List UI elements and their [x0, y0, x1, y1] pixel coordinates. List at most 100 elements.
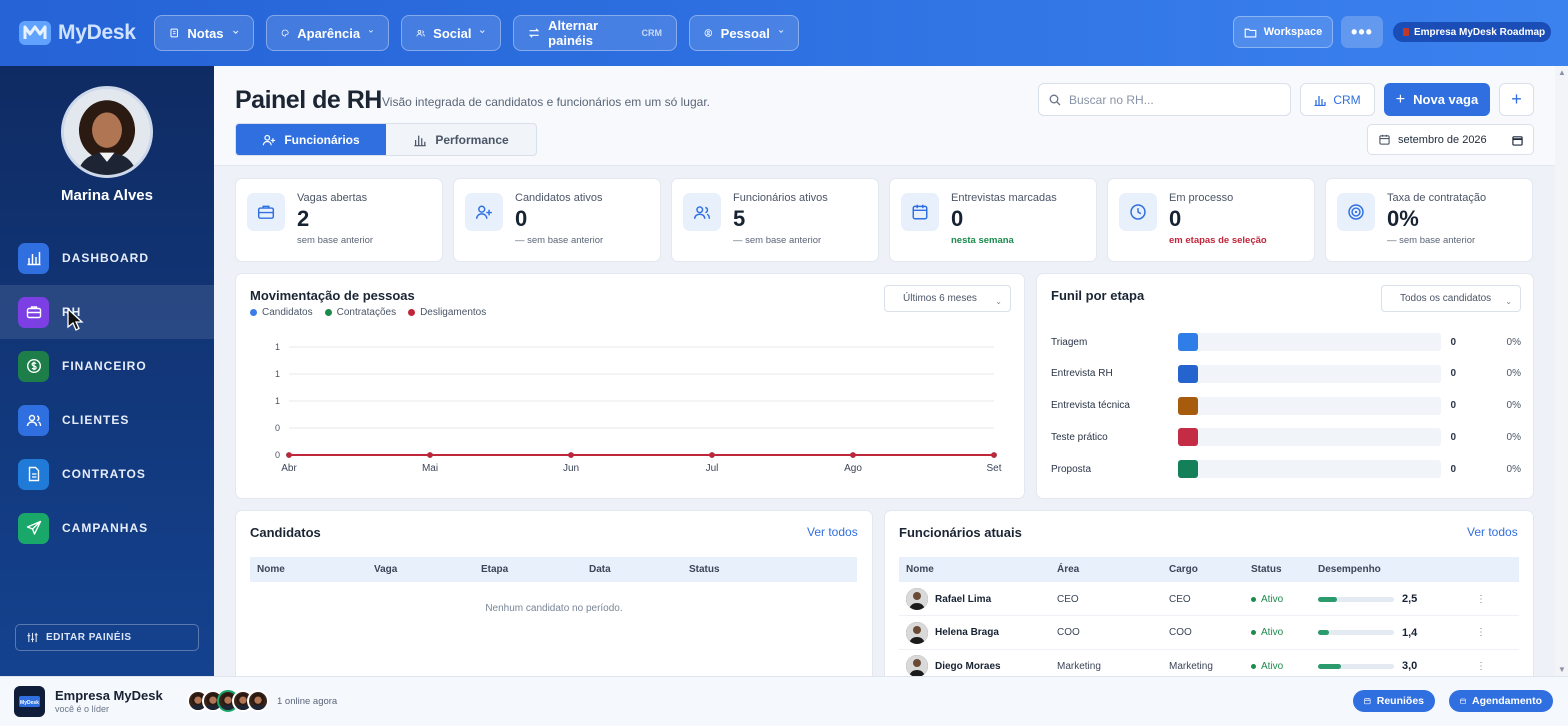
edit-panels-button[interactable]: EDITAR PAINÉIS	[15, 624, 199, 651]
column-header[interactable]: Nome	[899, 564, 1050, 575]
calendar-picker-icon[interactable]	[1512, 135, 1523, 146]
y-tick-label: 0	[275, 450, 280, 460]
kpi-card[interactable]: Candidatos ativos 0 — sem base anterior	[453, 178, 661, 262]
crm-button[interactable]: CRM	[1300, 83, 1375, 116]
funnel-row[interactable]: Teste prático 0 0%	[1051, 428, 1521, 447]
chevron-down-icon	[368, 28, 374, 38]
sidebar-item-label: DASHBOARD	[62, 251, 149, 265]
online-avatar[interactable]	[247, 690, 269, 712]
employee-name: Diego Moraes	[935, 660, 1001, 672]
new-job-button[interactable]: + Nova vaga	[1384, 83, 1490, 116]
employee-name: Helena Braga	[935, 627, 999, 638]
funnel-filter-value: Todos os candidatos	[1400, 293, 1492, 304]
company-badge[interactable]: Empresa MyDesk Roadmap	[1393, 22, 1551, 42]
data-point[interactable]	[991, 452, 997, 458]
stage-count: 0	[1450, 336, 1457, 348]
row-menu-button[interactable]: ⋮	[1471, 661, 1491, 672]
avatar[interactable]	[906, 588, 928, 610]
column-header[interactable]: Data	[582, 564, 682, 575]
funnel-row[interactable]: Triagem 0 0%	[1051, 333, 1521, 351]
month-value: setembro de 2026	[1398, 133, 1487, 146]
meetings-label: Reuniões	[1376, 695, 1424, 707]
notes-icon	[169, 26, 179, 40]
column-header[interactable]: Desempenho	[1311, 564, 1471, 575]
sidebar-item-dashboard[interactable]: DASHBOARD	[0, 231, 214, 285]
nav-alternar-paineis-button[interactable]: Alternar painéis CRM	[513, 15, 677, 51]
column-header[interactable]: Etapa	[474, 564, 582, 575]
sidebar-item-financeiro[interactable]: FINANCEIRO	[0, 339, 214, 393]
nav-label: Social	[433, 25, 472, 41]
nav-pessoal-button[interactable]: Pessoal	[689, 15, 799, 51]
candidates-table-header: Nome Vaga Etapa Data Status	[250, 557, 857, 582]
month-picker[interactable]: setembro de 2026	[1367, 124, 1534, 155]
nav-icon-box	[18, 512, 49, 544]
data-point[interactable]	[709, 452, 715, 458]
more-button[interactable]: •••	[1341, 16, 1383, 48]
table-row[interactable]: Helena Braga COO COO Ativo 1,4 ⋮	[899, 617, 1519, 650]
avatar[interactable]	[906, 621, 928, 644]
kpi-card[interactable]: Vagas abertas 2 sem base anterior	[235, 178, 443, 262]
data-point[interactable]	[286, 452, 292, 458]
company-role: você é o líder	[55, 704, 110, 714]
tab-funcionarios[interactable]: Funcionários	[236, 124, 386, 155]
avatar[interactable]	[906, 655, 928, 676]
row-menu-button[interactable]: ⋮	[1471, 594, 1491, 605]
employees-see-all-link[interactable]: Ver todos	[1467, 525, 1518, 539]
sidebar-item-rh[interactable]: RH	[0, 285, 214, 339]
brand-logo[interactable]: MyDesk	[18, 18, 136, 48]
nav-social-button[interactable]: Social	[401, 15, 501, 51]
kpi-label: Taxa de contratação	[1387, 192, 1487, 204]
crm-tag: CRM	[641, 28, 663, 38]
column-header[interactable]: Área	[1050, 564, 1162, 575]
kpi-icon-box	[465, 193, 503, 231]
kpi-card[interactable]: Taxa de contratação 0% — sem base anterior	[1325, 178, 1533, 262]
kpi-card[interactable]: Funcionários ativos 5 — sem base anterior	[671, 178, 879, 262]
column-header[interactable]: Vaga	[367, 564, 474, 575]
view-tabs: Funcionários Performance	[235, 123, 537, 156]
column-header[interactable]: Nome	[250, 564, 367, 575]
row-menu-button[interactable]: ⋮	[1471, 627, 1491, 638]
column-header[interactable]: Status	[1244, 564, 1311, 575]
sidebar-item-contratos[interactable]: CONTRATOS	[0, 447, 214, 501]
sidebar-item-campanhas[interactable]: CAMPANHAS	[0, 501, 214, 555]
funnel-row[interactable]: Entrevista técnica 0 0%	[1051, 396, 1521, 415]
table-row[interactable]: Diego Moraes Marketing Marketing Ativo 3,0 ⋮	[899, 650, 1519, 676]
sidebar-item-clientes[interactable]: CLIENTES	[0, 393, 214, 447]
column-header[interactable]: Cargo	[1162, 564, 1244, 575]
users-icon	[416, 26, 425, 40]
meetings-button[interactable]: Reuniões	[1353, 690, 1435, 712]
funnel-row[interactable]: Entrevista RH 0 0%	[1051, 364, 1521, 383]
funnel-row[interactable]: Proposta 0 0%	[1051, 460, 1521, 479]
nav-icon-box	[18, 242, 49, 274]
workspace-button[interactable]: Workspace	[1233, 16, 1333, 48]
data-point[interactable]	[568, 452, 574, 458]
data-point[interactable]	[427, 452, 433, 458]
search-input[interactable]: Buscar no RH...	[1038, 83, 1291, 116]
funnel-filter-select[interactable]: Todos os candidatos ⌄	[1381, 285, 1521, 312]
tab-performance[interactable]: Performance	[386, 124, 536, 155]
scroll-down-arrow[interactable]: ▼	[1558, 665, 1566, 674]
add-button[interactable]: +	[1499, 83, 1534, 116]
scroll-up-arrow[interactable]: ▲	[1558, 68, 1566, 77]
performance-fill	[1318, 630, 1329, 635]
kpi-card[interactable]: Em processo 0 em etapas de seleção	[1107, 178, 1315, 262]
table-row[interactable]: Rafael Lima CEO CEO Ativo 2,5 ⋮	[899, 583, 1519, 616]
candidates-see-all-link[interactable]: Ver todos	[807, 525, 858, 539]
company-logo[interactable]: MyDesk	[14, 686, 45, 717]
column-header[interactable]: Status	[682, 564, 782, 575]
schedule-button[interactable]: Agendamento	[1449, 690, 1553, 712]
performance-fill	[1318, 663, 1341, 669]
kpi-card[interactable]: Entrevistas marcadas 0 nesta semana	[889, 178, 1097, 262]
stage-bar	[1178, 396, 1199, 415]
movement-panel: Movimentação de pessoas Candidatos Contr…	[235, 273, 1025, 499]
avatar[interactable]	[61, 86, 153, 178]
nav-notas-button[interactable]: Notas	[154, 15, 254, 51]
performance-score: 3,0	[1402, 660, 1418, 672]
employee-status: Ativo	[1244, 627, 1311, 638]
kpi-label: Funcionários ativos	[733, 192, 828, 204]
chevron-down-icon	[479, 28, 486, 38]
data-point[interactable]	[850, 452, 856, 458]
x-tick-label: Ago	[844, 463, 862, 474]
nav-aparencia-button[interactable]: Aparência	[266, 15, 389, 51]
scrollbar[interactable]: ▲ ▼	[1555, 66, 1568, 676]
